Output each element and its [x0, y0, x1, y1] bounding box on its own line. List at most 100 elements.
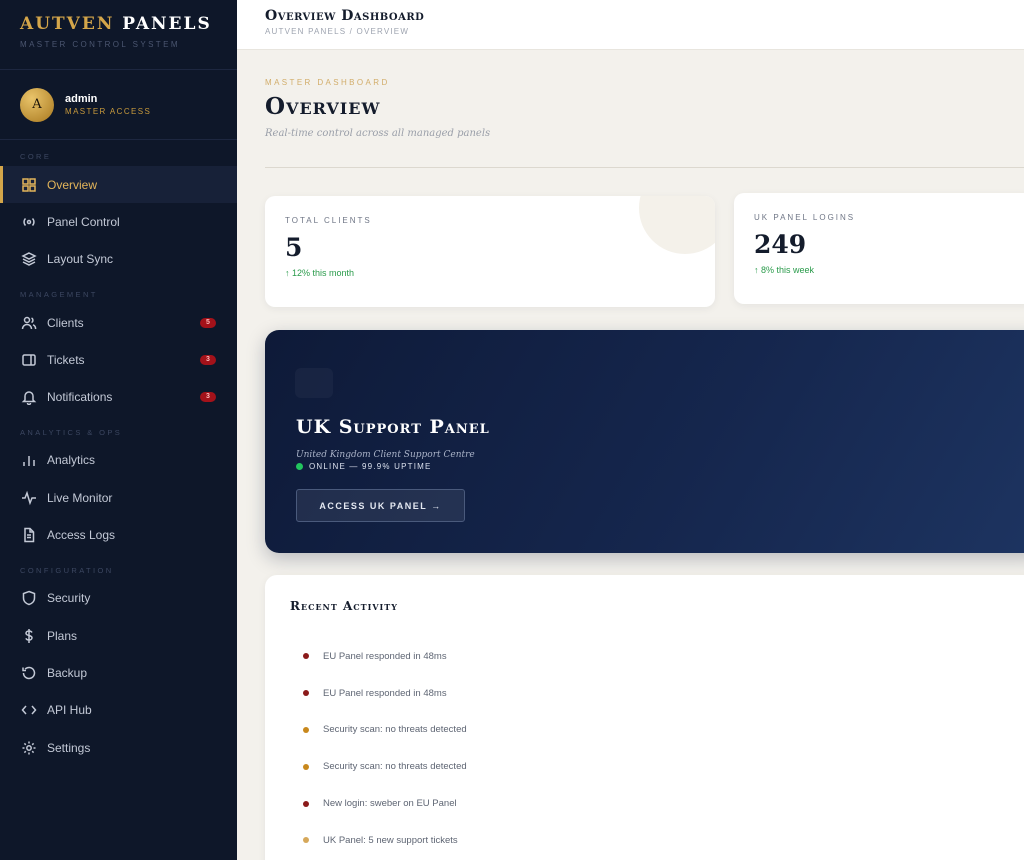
- recent-activity-card: Recent Activity EU Panel responded in 48…: [265, 575, 1024, 860]
- activity-item: EU Panel responded in 48ms: [290, 675, 1020, 712]
- activity-text: Security scan: no threats detected: [323, 761, 467, 773]
- activity-text: UK Panel: 5 new support tickets: [323, 834, 458, 846]
- user-info: admin Master Access: [65, 93, 151, 116]
- sidebar-nav: Core Overview Panel Control Layout Sync Mana…: [0, 148, 237, 766]
- topbar: Overview Dashboard Autven Panels / Overv…: [237, 0, 1024, 50]
- user-card[interactable]: A admin Master Access: [0, 70, 237, 140]
- sidebar-item-label: Backup: [47, 665, 88, 680]
- activity-dot: [303, 726, 309, 733]
- activity-item: Security scan: no threats detected: [290, 712, 1020, 749]
- count-badge: 3: [200, 354, 216, 365]
- sidebar-item-label: Clients: [47, 315, 84, 330]
- sidebar-item-label: Layout Sync: [47, 252, 114, 267]
- layers-icon: [20, 251, 37, 268]
- nav-section-label: Configuration: [20, 565, 114, 575]
- status-online-dot: [296, 463, 303, 470]
- page-eyebrow: Master Dashboard: [265, 78, 390, 87]
- sidebar-item-label: Analytics: [47, 453, 96, 468]
- sidebar-item-backup[interactable]: Backup: [0, 654, 237, 691]
- activity-dot: [303, 690, 309, 697]
- activity-text: EU Panel responded in 48ms: [323, 687, 447, 699]
- user-name: admin: [65, 93, 98, 105]
- activity-text: Security scan: no threats detected: [323, 724, 467, 736]
- bell-icon: [20, 389, 37, 406]
- activity-dot: [303, 837, 309, 844]
- sidebar-item-notifications[interactable]: Notifications 3: [0, 378, 237, 415]
- hero-title: UK Support Panel: [296, 416, 490, 438]
- code-icon: [20, 702, 37, 719]
- brand-title-part2: PANELS: [122, 14, 212, 34]
- activity-dot: [303, 763, 309, 770]
- count-badge: 5: [200, 317, 216, 328]
- gear-icon: [20, 739, 37, 756]
- activity-list: EU Panel responded in 48ms EU Panel respo…: [290, 638, 1020, 859]
- stat-value: 249: [754, 230, 807, 259]
- page-header: Master Dashboard Overview Real-time cont…: [265, 78, 1024, 168]
- brand-title-part1: AUTVEN: [20, 14, 115, 34]
- brand-logo[interactable]: AUTVEN PANELS: [20, 14, 217, 34]
- activity-dot: [303, 653, 309, 660]
- sidebar-item-api-hub[interactable]: API Hub: [0, 692, 237, 729]
- user-role: Master Access: [65, 107, 152, 116]
- broadcast-icon: [20, 213, 37, 230]
- hero-status: Online — 99.9% Uptime: [296, 462, 432, 471]
- brand: AUTVEN PANELS Master Control System: [0, 0, 237, 70]
- sidebar-item-label: Overview: [47, 177, 98, 192]
- shield-icon: [20, 590, 37, 607]
- sidebar-item-label: Access Logs: [47, 528, 116, 543]
- hero-decoration: [295, 368, 333, 398]
- page-subtitle: Real-time control across all managed pan…: [265, 128, 491, 139]
- count-badge: 3: [200, 392, 216, 403]
- sidebar-item-label: API Hub: [47, 703, 92, 718]
- sidebar-item-label: Security: [47, 591, 91, 606]
- sidebar-item-security[interactable]: Security: [0, 580, 237, 617]
- bar-chart-icon: [20, 452, 37, 469]
- activity-dot: [303, 800, 309, 807]
- stat-trend: ↑ 12% this month: [285, 268, 355, 278]
- pulse-icon: [20, 489, 37, 506]
- history-icon: [20, 664, 37, 681]
- dollar-icon: [20, 627, 37, 644]
- hero-status-text: Online — 99.9% Uptime: [309, 462, 432, 471]
- sidebar-item-panel-control[interactable]: Panel Control: [0, 203, 237, 240]
- sidebar-item-live-monitor[interactable]: Live Monitor: [0, 479, 237, 516]
- sidebar-item-overview[interactable]: Overview: [0, 166, 237, 204]
- activity-item: New login: sweber on EU Panel: [290, 785, 1020, 822]
- grid-icon: [20, 176, 37, 193]
- stat-trend: ↑ 8% this week: [754, 265, 815, 275]
- activity-item: Security scan: no threats detected: [290, 748, 1020, 785]
- sidebar-item-analytics[interactable]: Analytics: [0, 442, 237, 479]
- ticket-icon: [20, 351, 37, 368]
- sidebar-item-label: Panel Control: [47, 214, 120, 229]
- hero-subtitle: United Kingdom Client Support Centre: [296, 450, 475, 460]
- sidebar-item-label: Settings: [47, 740, 91, 755]
- stat-card-uk-logins[interactable]: UK Panel Logins 249 ↑ 8% this week: [734, 193, 1024, 304]
- sidebar: AUTVEN PANELS Master Control System A ad…: [0, 0, 237, 860]
- users-icon: [20, 314, 37, 331]
- access-uk-panel-button[interactable]: Access UK Panel →: [296, 489, 465, 522]
- sidebar-item-label: Live Monitor: [47, 490, 113, 505]
- stat-card-total-clients[interactable]: Total Clients 5 ↑ 12% this month: [265, 196, 715, 307]
- sidebar-item-layout-sync[interactable]: Layout Sync: [0, 241, 237, 278]
- brand-subtitle: Master Control System: [20, 40, 180, 49]
- stat-value: 5: [285, 233, 303, 262]
- topbar-title: Overview Dashboard: [265, 8, 425, 24]
- nav-section-label: Management: [20, 289, 98, 299]
- sidebar-item-plans[interactable]: Plans: [0, 617, 237, 654]
- activity-item: UK Panel: 5 new support tickets: [290, 822, 1020, 859]
- sidebar-item-access-logs[interactable]: Access Logs: [0, 516, 237, 553]
- breadcrumb: Autven Panels / Overview: [265, 27, 410, 36]
- activity-title: Recent Activity: [290, 599, 398, 613]
- sidebar-item-label: Notifications: [47, 390, 113, 405]
- activity-text: EU Panel responded in 48ms: [323, 650, 447, 662]
- avatar: A: [20, 87, 54, 122]
- stat-label: UK Panel Logins: [754, 213, 856, 222]
- stat-label: Total Clients: [285, 216, 372, 225]
- sidebar-item-clients[interactable]: Clients 5: [0, 304, 237, 341]
- activity-text: New login: sweber on EU Panel: [323, 798, 457, 810]
- page-title: Overview: [265, 93, 381, 120]
- sidebar-item-label: Plans: [47, 628, 78, 643]
- sidebar-item-tickets[interactable]: Tickets 3: [0, 341, 237, 378]
- sidebar-item-settings[interactable]: Settings: [0, 729, 237, 766]
- activity-item: EU Panel responded in 48ms: [290, 638, 1020, 675]
